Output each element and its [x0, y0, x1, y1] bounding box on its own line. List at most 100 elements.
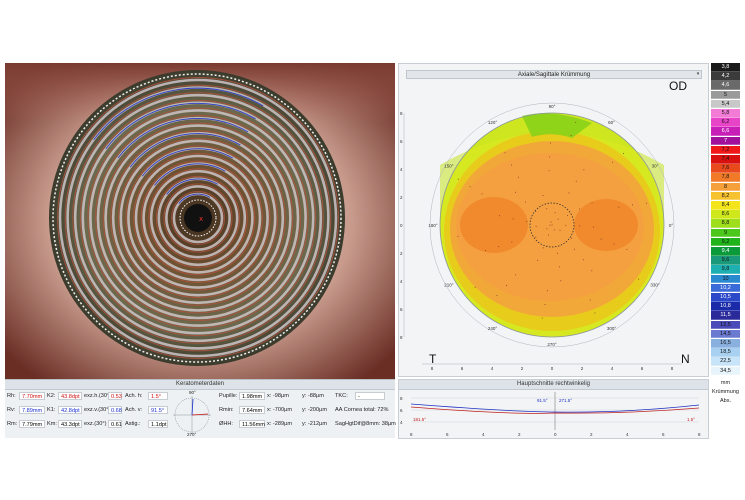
- k-value: 43.3dpt: [58, 420, 82, 428]
- y-offset: y: -88µm: [302, 393, 324, 399]
- measurement-dot: [517, 176, 519, 178]
- measurement-dot: [549, 224, 551, 226]
- angle-label: 300°: [607, 326, 617, 331]
- profile-left-angle: 181.5°: [413, 417, 426, 422]
- angle-label: 270°: [547, 342, 557, 347]
- scale-step: 7,4: [711, 155, 740, 164]
- measurement-dot: [594, 312, 596, 314]
- scale-step: 8,8: [711, 219, 740, 228]
- axis-tick-label: 2: [581, 366, 584, 371]
- measurement-dot: [511, 164, 513, 166]
- measurement-dot: [557, 218, 559, 220]
- axis-tick-label: 4: [400, 279, 403, 284]
- k-label: K2:: [47, 393, 56, 399]
- measurement-dot: [553, 229, 555, 231]
- angle-label: 120°: [488, 120, 498, 125]
- measurement-dot: [469, 186, 471, 188]
- profile-x-tick: 2: [590, 432, 593, 437]
- axis-value: 1.5°: [148, 392, 168, 400]
- axis-tick-label: 8: [400, 335, 403, 340]
- measurement-dot: [496, 294, 498, 296]
- measurement-dot: [549, 156, 551, 158]
- scale-step: 10,5: [711, 293, 740, 302]
- x-offset: x: -700µm: [267, 407, 292, 413]
- measurement-dot: [511, 241, 513, 243]
- measurement-dot: [550, 221, 552, 223]
- measurement-dot: [568, 192, 570, 194]
- measurement-dot: [551, 224, 553, 226]
- y-offset: y: -212µm: [302, 421, 327, 427]
- measurement-dot: [498, 246, 500, 248]
- profile-chart: 181.5° 91.5° 271.5° 1.5° 8 6 4 8 6 4 2 0 2 4 6 8: [400, 392, 701, 437]
- axis-tick-label: 6: [461, 366, 464, 371]
- scale-step: 16,5: [711, 339, 740, 348]
- k-value: 43.8dpt: [58, 392, 82, 400]
- axis-tick-label: 6: [400, 307, 403, 312]
- k-value: 42.8dpt: [58, 406, 82, 414]
- profile-y-tick: 8: [400, 396, 403, 401]
- scale-step: 4,2: [711, 72, 740, 81]
- eccentricity-value: 0.61: [108, 420, 122, 428]
- scale-step: 5: [711, 90, 740, 100]
- keratometer-title: Keratometerdaten: [5, 380, 395, 390]
- extra-label: SagHgtDif@8mm: 38µm: [335, 421, 396, 427]
- measurement-dot: [591, 202, 593, 204]
- measurement-dot: [638, 278, 640, 280]
- scale-step: 9,6: [711, 256, 740, 265]
- measurement-dot: [515, 274, 517, 276]
- axis-tick-label: 8: [671, 366, 674, 371]
- measurement-dot: [591, 270, 593, 272]
- profile-right-angle: 1.5°: [687, 417, 695, 422]
- scale-unit: mm: [720, 379, 731, 386]
- measurement-dot: [512, 218, 514, 220]
- profile-y-tick: 6: [400, 408, 403, 413]
- extra-value: -: [355, 392, 385, 400]
- measurement-dot: [506, 284, 508, 286]
- measurement-dot: [474, 286, 476, 288]
- profile-y-tick: 4: [400, 420, 403, 425]
- r-value: 7.89mm: [19, 406, 45, 414]
- measurement-dot: [632, 204, 634, 206]
- scale-step: 5,4: [711, 99, 740, 109]
- measurement-dot: [570, 134, 572, 136]
- map-type-selector[interactable]: Axiale/Sagittale Krümmung: [406, 70, 702, 79]
- profile-mid-angle: 271.5°: [559, 398, 572, 403]
- keratometer-panel: Keratometerdaten Rh: 7.70mm K2: 43.8dpt exz.…: [5, 379, 396, 438]
- section-profile-panel: Hauptschnitte rechtwinkelig 181.5° 91.5° 2…: [398, 379, 709, 439]
- measurement-dot: [457, 236, 459, 238]
- extra-label: TKC:: [335, 393, 348, 399]
- measurement-dot: [535, 225, 537, 227]
- extra-label: AA Cornea total: 72%: [335, 407, 389, 413]
- measurement-dot: [645, 202, 647, 204]
- scale-step: 8,6: [711, 210, 740, 219]
- x-offset: x: -98µm: [267, 393, 289, 399]
- axis-label: Ach. v:: [125, 407, 143, 413]
- eccentricity-label: exz.v.(30°): [84, 407, 111, 413]
- scale-step: 9,8: [711, 265, 740, 274]
- measurement-dot: [613, 243, 615, 245]
- measurement-dot: [537, 260, 539, 262]
- measurement-dot: [583, 169, 585, 171]
- measurement-dot: [535, 210, 537, 212]
- angle-label: 150°: [444, 164, 454, 169]
- scale-step: 7: [711, 136, 740, 146]
- scale-step: 8,2: [711, 191, 740, 201]
- profile-title: Hauptschnitte rechtwinkelig: [399, 380, 708, 390]
- measurement-dot: [525, 201, 527, 203]
- right-value: 1.98mm: [239, 392, 265, 400]
- k-label: K1:: [47, 407, 56, 413]
- measurement-dot: [554, 212, 556, 214]
- angle-label: 0°: [669, 223, 674, 228]
- measurement-dot: [582, 259, 584, 261]
- measurement-dot: [544, 303, 546, 305]
- angle-label: 240°: [488, 326, 498, 331]
- profile-x-tick: 8: [410, 432, 413, 437]
- axis-tick-label: 2: [400, 195, 403, 200]
- profile-x-tick: 4: [626, 432, 629, 437]
- scale-step: 7,6: [711, 164, 740, 173]
- axis-tick-label: 0: [400, 223, 403, 228]
- chevron-down-icon[interactable]: ▾: [694, 71, 702, 78]
- measurement-dot: [600, 238, 602, 240]
- measurement-dot: [626, 248, 628, 250]
- profile-x-tick: 6: [446, 432, 449, 437]
